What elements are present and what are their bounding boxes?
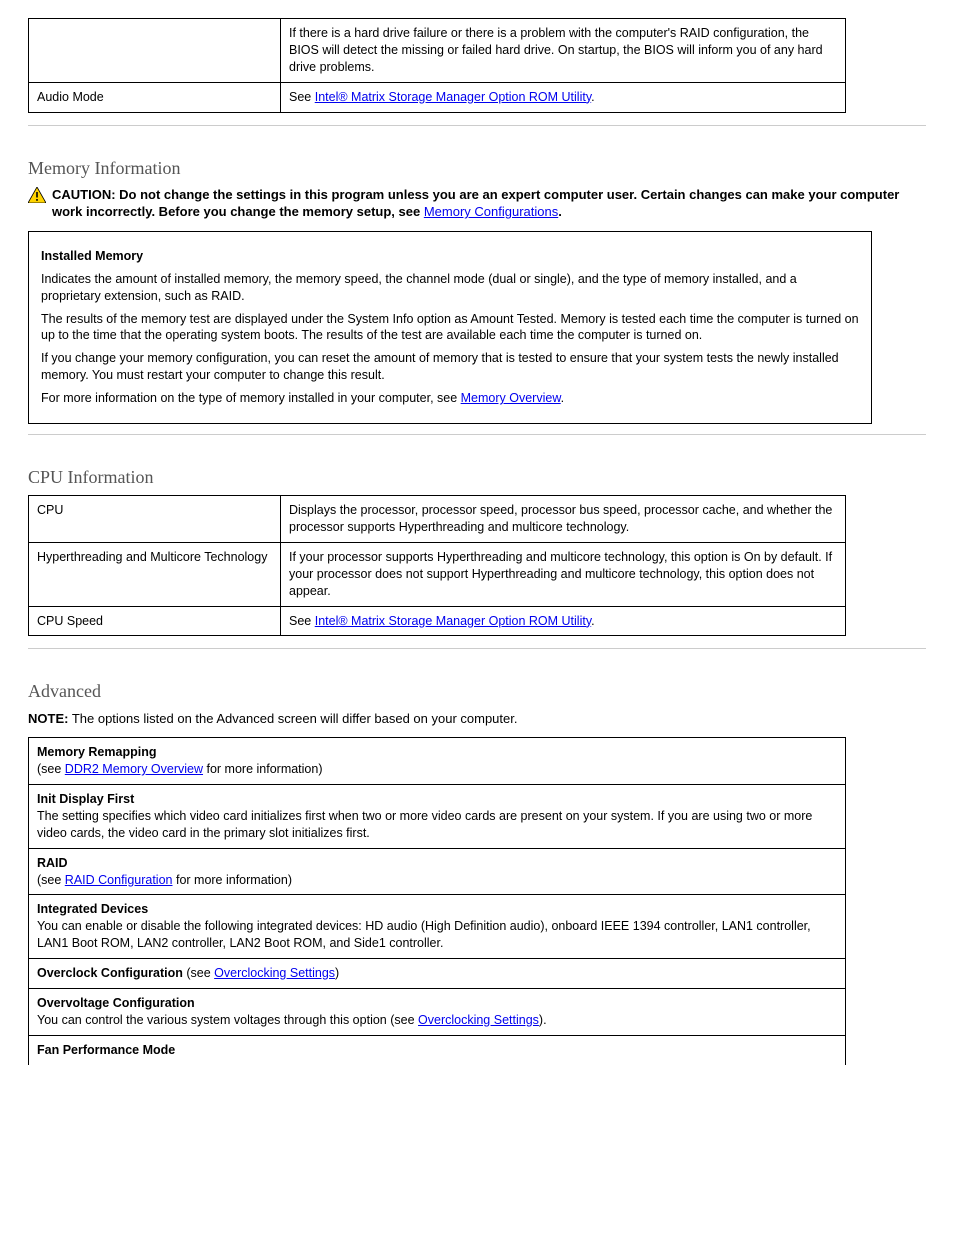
table-row: CPU Displays the processor, processor sp… [29,496,846,543]
text-suffix: . [561,391,564,405]
cell-integrated-devices: Integrated Devices You can enable or dis… [29,895,846,959]
cell-fan-mode: Fan Performance Mode [29,1035,846,1064]
table-row: Memory Remapping (see DDR2 Memory Overvi… [29,738,846,785]
link-overclocking-1[interactable]: Overclocking Settings [214,966,335,980]
cell-memory-remapping: Memory Remapping (see DDR2 Memory Overvi… [29,738,846,785]
label-fan-mode: Fan Performance Mode [37,1043,175,1057]
cell-empty [29,19,281,83]
memory-box-line-1: Indicates the amount of installed memory… [41,271,859,305]
table-row: Overclock Configuration (see Overclockin… [29,959,846,989]
note-prefix: NOTE: [28,711,68,726]
heading-advanced: Advanced [28,679,926,703]
cell-overclock: Overclock Configuration (see Overclockin… [29,959,846,989]
heading-cpu-information: CPU Information [28,465,926,489]
table-row: If there is a hard drive failure or ther… [29,19,846,83]
cell-ht-value: If your processor supports Hyperthreadin… [281,542,846,606]
caution-line: CAUTION: Do not change the settings in t… [28,186,928,221]
table-audio-mode: If there is a hard drive failure or ther… [28,18,846,113]
label-overclock: Overclock Configuration [37,966,183,980]
label-memory-remapping: Memory Remapping [37,745,156,759]
cell-init-display: Init Display First The setting specifies… [29,785,846,849]
table-row: Overvoltage Configuration You can contro… [29,988,846,1035]
table-row: Audio Mode See Intel® Matrix Storage Man… [29,82,846,112]
cell-cpu-label: CPU [29,496,281,543]
text-suffix: for more information) [173,873,292,887]
label-overvoltage: Overvoltage Configuration [37,996,195,1010]
text-suffix: ). [539,1013,547,1027]
advanced-note: NOTE: The options listed on the Advanced… [28,710,926,728]
table-advanced: Memory Remapping (see DDR2 Memory Overvi… [28,737,846,1064]
link-matrix-storage[interactable]: Intel® Matrix Storage Manager Option ROM… [315,90,591,104]
heading-memory-information: Memory Information [28,156,926,180]
text-suffix: . [591,614,594,628]
text-prefix: (see [186,966,214,980]
text-prefix: You can control the various system volta… [37,1013,418,1027]
memory-info-box: Installed Memory Indicates the amount of… [28,231,872,424]
table-row: Integrated Devices You can enable or dis… [29,895,846,959]
memory-box-line-2: The results of the memory test are displ… [41,311,859,345]
warning-icon [28,187,46,208]
link-memory-configurations[interactable]: Memory Configurations [424,204,558,219]
table-row: CPU Speed See Intel® Matrix Storage Mana… [29,606,846,636]
cell-overvoltage: Overvoltage Configuration You can contro… [29,988,846,1035]
link-ddr2-overview[interactable]: DDR2 Memory Overview [65,762,203,776]
cell-raid: RAID (see RAID Configuration for more in… [29,848,846,895]
cell-cpu-speed-label: CPU Speed [29,606,281,636]
text-prefix: See [289,614,315,628]
label-raid: RAID [37,856,68,870]
text-prefix: (see [37,762,65,776]
installed-memory-header: Installed Memory [41,249,143,263]
divider [28,434,926,435]
table-cpu-information: CPU Displays the processor, processor sp… [28,495,846,636]
note-body: The options listed on the Advanced scree… [68,711,517,726]
divider [28,648,926,649]
table-row: Fan Performance Mode [29,1035,846,1064]
text-prefix: See [289,90,315,104]
cell-audio-mode-value: See Intel® Matrix Storage Manager Option… [281,82,846,112]
label-integrated-devices: Integrated Devices [37,902,148,916]
table-row: Init Display First The setting specifies… [29,785,846,849]
cell-hdd-failure: If there is a hard drive failure or ther… [281,19,846,83]
text-suffix: ) [335,966,339,980]
link-matrix-storage-2[interactable]: Intel® Matrix Storage Manager Option ROM… [315,614,591,628]
value-integrated-devices: You can enable or disable the following … [37,919,811,950]
caution-text: CAUTION: Do not change the settings in t… [52,186,928,221]
memory-box-line-4: For more information on the type of memo… [41,390,859,407]
table-row: Hyperthreading and Multicore Technology … [29,542,846,606]
memory-box-line-3: If you change your memory configuration,… [41,350,859,384]
link-overclocking-2[interactable]: Overclocking Settings [418,1013,539,1027]
link-raid-configuration[interactable]: RAID Configuration [65,873,173,887]
cell-ht-label: Hyperthreading and Multicore Technology [29,542,281,606]
cell-cpu-value: Displays the processor, processor speed,… [281,496,846,543]
text-prefix: For more information on the type of memo… [41,391,461,405]
divider [28,125,926,126]
cell-audio-mode-label: Audio Mode [29,82,281,112]
text-prefix: (see [37,873,65,887]
caution-suffix: . [558,204,562,219]
text-suffix: for more information) [203,762,322,776]
table-row: RAID (see RAID Configuration for more in… [29,848,846,895]
value-init-display: The setting specifies which video card i… [37,809,812,840]
cell-cpu-speed-value: See Intel® Matrix Storage Manager Option… [281,606,846,636]
label-init-display: Init Display First [37,792,134,806]
text-suffix: . [591,90,594,104]
link-memory-overview[interactable]: Memory Overview [461,391,561,405]
